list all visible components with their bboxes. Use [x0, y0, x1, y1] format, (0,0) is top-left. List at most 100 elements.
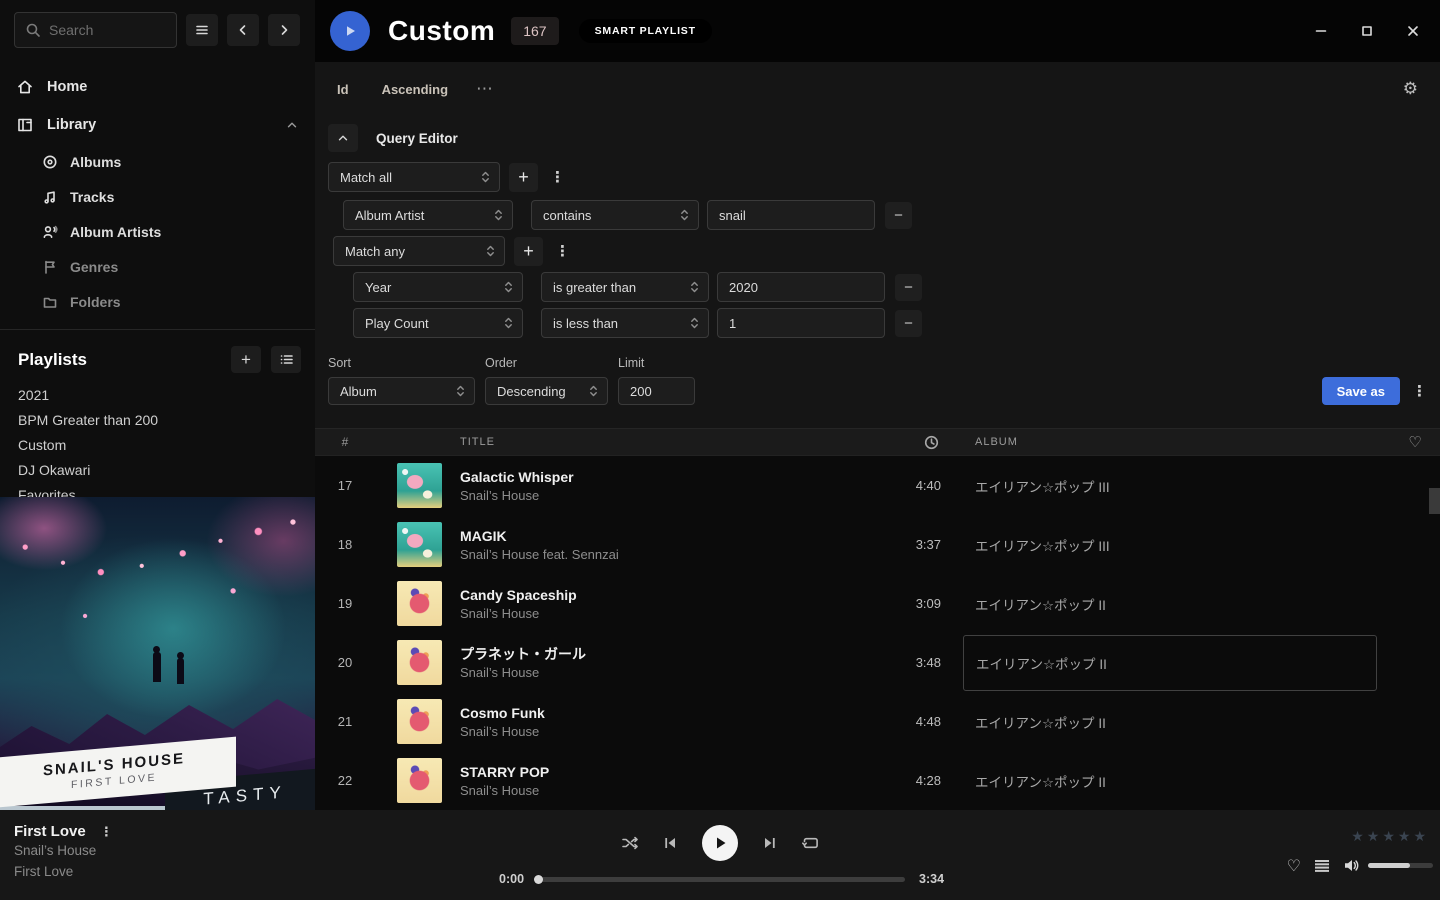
add-rule-button[interactable]: + — [514, 237, 543, 266]
now-playing-options-button[interactable]: ⋮ — [100, 824, 113, 840]
playlist-item[interactable]: BPM Greater than 200 — [0, 408, 315, 433]
match-type-select[interactable]: Match any — [333, 236, 505, 266]
sidebar-item-folders[interactable]: Folders — [0, 284, 315, 319]
back-button[interactable] — [227, 14, 259, 46]
playlist-item[interactable]: 2021 — [0, 383, 315, 408]
now-playing-album-art: TASTY SNAIL'S HOUSE FIRST LOVE — [0, 497, 315, 810]
repeat-button[interactable] — [801, 835, 819, 851]
track-row[interactable]: 19 Candy Spaceship Snail’s House 3:09 エイ… — [315, 574, 1440, 633]
sidebar-item-home[interactable]: Home — [0, 68, 315, 106]
track-row[interactable]: 22 STARRY POP Snail’s House 4:28 エイリアン☆ポ… — [315, 751, 1440, 810]
shuffle-button[interactable] — [621, 835, 639, 851]
select-updown-icon — [504, 280, 513, 294]
order-select[interactable]: Descending — [485, 377, 608, 405]
column-title[interactable]: TITLE — [460, 436, 875, 448]
previous-button[interactable] — [663, 836, 678, 850]
add-playlist-button[interactable]: + — [231, 346, 261, 373]
track-row[interactable]: 18 MAGIK Snail’s House feat. Sennzai 3:3… — [315, 515, 1440, 574]
track-duration: 4:48 — [875, 714, 941, 729]
rule-field-select[interactable]: Play Count — [353, 308, 523, 338]
skip-next-icon — [762, 836, 777, 850]
chevron-up-icon[interactable] — [285, 118, 299, 132]
group-options-button[interactable]: ⋮ — [550, 168, 564, 186]
menu-button[interactable] — [186, 14, 218, 46]
rating-star[interactable]: ★ — [1413, 829, 1426, 845]
rule-field-select[interactable]: Album Artist — [343, 200, 513, 230]
remove-rule-button[interactable]: − — [895, 274, 922, 301]
sidebar-item-tracks[interactable]: Tracks — [0, 179, 315, 214]
seek-knob[interactable] — [534, 875, 543, 884]
minimize-button[interactable] — [1306, 16, 1336, 46]
next-button[interactable] — [762, 836, 777, 850]
select-updown-icon — [486, 244, 495, 258]
track-thumbnail — [397, 758, 442, 803]
rule-value-input[interactable] — [717, 272, 885, 302]
sidebar-item-albums[interactable]: Albums — [0, 144, 315, 179]
favorite-heart-icon[interactable]: ♡ — [1287, 856, 1301, 875]
search-field[interactable] — [49, 22, 166, 38]
search-input[interactable] — [14, 12, 177, 48]
limit-input[interactable] — [618, 377, 695, 405]
rule-operator-select[interactable]: is less than — [541, 308, 709, 338]
rating-star[interactable]: ★ — [1382, 829, 1395, 845]
sidebar-item-genres[interactable]: Genres — [0, 249, 315, 284]
save-options-button[interactable]: ⋮ — [1412, 382, 1426, 400]
playlist-item[interactable]: DJ Okawari — [0, 458, 315, 483]
sort-select[interactable]: Album — [328, 377, 475, 405]
close-button[interactable] — [1398, 16, 1428, 46]
sidebar-item-label: Folders — [70, 294, 121, 310]
sidebar-item-album-artists[interactable]: Album Artists — [0, 214, 315, 249]
forward-button[interactable] — [268, 14, 300, 46]
rating-star[interactable]: ★ — [1351, 829, 1364, 845]
rule-field-select[interactable]: Year — [353, 272, 523, 302]
heart-icon[interactable]: ♡ — [1408, 433, 1421, 451]
track-thumbnail — [397, 463, 442, 508]
track-duration: 3:37 — [875, 537, 941, 552]
play-pause-button[interactable] — [702, 825, 738, 861]
rule-value-input[interactable] — [707, 200, 875, 230]
collapse-query-editor-button[interactable] — [328, 124, 358, 152]
playlist-item[interactable]: Custom — [0, 433, 315, 458]
rule-value-input[interactable] — [717, 308, 885, 338]
rating-star[interactable]: ★ — [1398, 829, 1411, 845]
track-row[interactable]: 17 Galactic Whisper Snail’s House 4:40 エ… — [315, 456, 1440, 515]
queue-icon[interactable] — [1314, 859, 1330, 873]
elapsed-time: 0:00 — [499, 872, 524, 886]
track-artist: Snail’s House feat. Sennzai — [460, 546, 875, 564]
track-row[interactable]: 20 プラネット・ガール Snail’s House 3:48 エイリアン☆ポッ… — [315, 633, 1440, 692]
column-number[interactable]: # — [315, 435, 375, 449]
match-type-select[interactable]: Match all — [328, 162, 500, 192]
rating-star[interactable]: ★ — [1367, 829, 1380, 845]
sidebar-item-library[interactable]: Library — [0, 106, 315, 144]
smart-playlist-badge: SMART PLAYLIST — [579, 19, 712, 43]
sidebar-item-label: Library — [47, 117, 96, 133]
rule-operator-select[interactable]: is greater than — [541, 272, 709, 302]
sort-order-button[interactable]: Ascending — [382, 82, 448, 97]
remove-rule-button[interactable]: − — [885, 202, 912, 229]
track-album[interactable]: エイリアン☆ポップ II — [963, 635, 1377, 691]
artwork-figure — [177, 658, 184, 684]
remove-rule-button[interactable]: − — [895, 310, 922, 337]
track-thumbnail — [397, 699, 442, 744]
maximize-button[interactable] — [1352, 16, 1382, 46]
track-duration: 4:40 — [875, 478, 941, 493]
track-artist: Snail’s House — [460, 487, 875, 505]
add-rule-button[interactable]: + — [509, 163, 538, 192]
volume-icon[interactable] — [1343, 858, 1360, 873]
more-options-button[interactable]: ⋯ — [476, 79, 494, 99]
select-updown-icon — [690, 316, 699, 330]
playlist-list-button[interactable] — [271, 346, 301, 373]
sort-field-button[interactable]: Id — [337, 82, 349, 97]
volume-slider[interactable] — [1368, 863, 1433, 868]
play-playlist-button[interactable] — [330, 11, 370, 51]
gear-icon[interactable]: ⚙ — [1403, 79, 1418, 99]
column-album[interactable]: ALBUM — [975, 436, 1390, 448]
select-updown-icon — [456, 384, 465, 398]
track-row[interactable]: 21 Cosmo Funk Snail’s House 4:48 エイリアン☆ポ… — [315, 692, 1440, 751]
rule-operator-select[interactable]: contains — [531, 200, 699, 230]
save-as-button[interactable]: Save as — [1322, 377, 1400, 405]
group-options-button[interactable]: ⋮ — [555, 242, 569, 260]
scrollbar-thumb[interactable] — [1429, 488, 1440, 514]
clock-icon[interactable] — [924, 435, 941, 450]
seek-slider[interactable] — [535, 877, 905, 882]
